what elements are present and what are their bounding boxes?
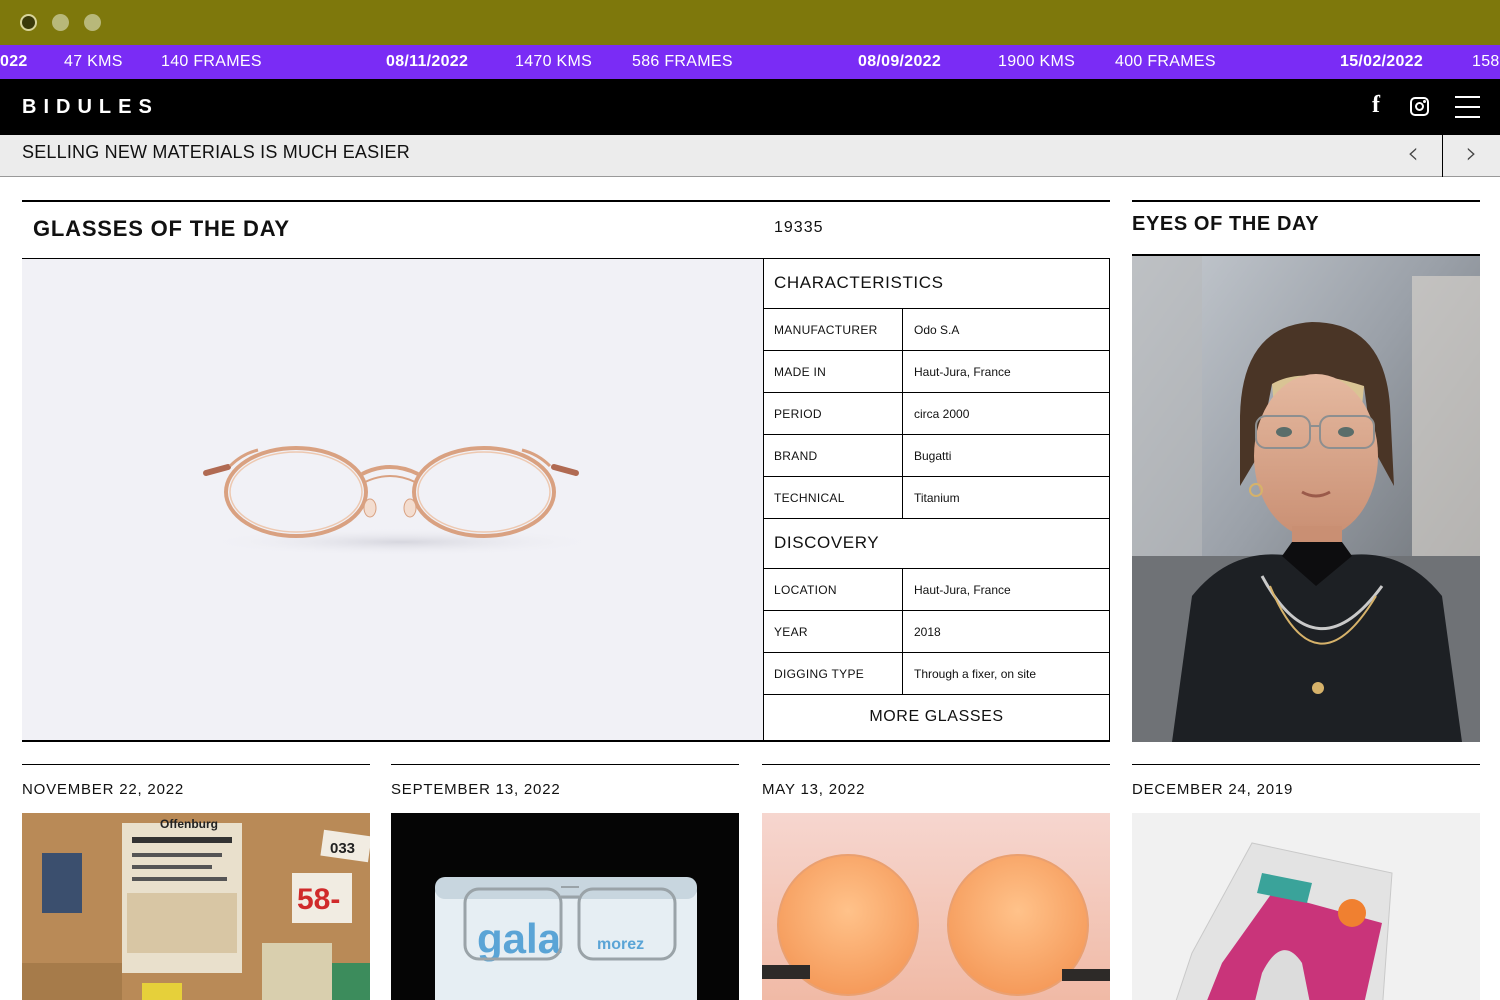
card-date: SEPTEMBER 13, 2022 xyxy=(391,781,561,798)
image-text: morez xyxy=(597,936,644,953)
card-image[interactable]: gala morez xyxy=(391,813,739,1000)
window-maximize-dot[interactable] xyxy=(84,14,101,31)
specs-table: CHARACTERISTICS MANUFACTURER Odo S.A MAD… xyxy=(763,258,1110,742)
spec-label: YEAR xyxy=(764,611,903,652)
spec-row: PERIOD circa 2000 xyxy=(764,393,1109,435)
spec-row: LOCATION Haut-Jura, France xyxy=(764,569,1109,611)
orange-lenses-image xyxy=(762,813,1110,1000)
ticker-item: 08/11/2022 xyxy=(386,53,469,70)
portrait-image xyxy=(1132,256,1480,742)
spec-value: circa 2000 xyxy=(914,407,970,421)
spec-label: DIGGING TYPE xyxy=(764,653,903,694)
news-bar: SELLING NEW MATERIALS IS MUCH EASIER ‹ › xyxy=(0,135,1500,177)
characteristics-heading: CHARACTERISTICS xyxy=(764,259,1109,309)
window-close-dot[interactable] xyxy=(20,14,37,31)
eyes-of-the-day-photo[interactable] xyxy=(1132,256,1480,742)
image-text: Offenburg xyxy=(160,817,218,831)
spec-value: Haut-Jura, France xyxy=(914,365,1011,379)
main-nav: BIDULES f xyxy=(0,79,1500,135)
spec-value: Odo S.A xyxy=(914,323,960,337)
card-date: NOVEMBER 22, 2022 xyxy=(22,781,185,798)
ticker-item: 158 xyxy=(1472,53,1500,70)
card-image[interactable] xyxy=(762,813,1110,1000)
facebook-icon[interactable]: f xyxy=(1372,92,1380,119)
spec-label: MANUFACTURER xyxy=(764,309,903,350)
card-divider xyxy=(762,764,1110,765)
package-image xyxy=(1132,813,1480,1000)
stats-ticker: 022 47 KMS 140 FRAMES 08/11/2022 1470 KM… xyxy=(0,45,1500,79)
ticker-item: 140 FRAMES xyxy=(161,53,262,70)
ticker-item: 400 FRAMES xyxy=(1115,53,1216,70)
spec-row: YEAR 2018 xyxy=(764,611,1109,653)
window-titlebar xyxy=(0,0,1500,45)
ticker-item: 47 KMS xyxy=(64,53,123,70)
spec-row: MANUFACTURER Odo S.A xyxy=(764,309,1109,351)
card-date: MAY 13, 2022 xyxy=(762,781,866,798)
spec-row: DIGGING TYPE Through a fixer, on site xyxy=(764,653,1109,695)
ticker-item: 586 FRAMES xyxy=(632,53,733,70)
card-divider xyxy=(391,764,739,765)
spec-value: Titanium xyxy=(914,491,960,505)
card-divider xyxy=(22,764,370,765)
spec-row: BRAND Bugatti xyxy=(764,435,1109,477)
section-divider xyxy=(1132,200,1480,202)
spec-label: TECHNICAL xyxy=(764,477,903,518)
glasses-number: 19335 xyxy=(774,219,824,236)
spec-label: BRAND xyxy=(764,435,903,476)
card-image[interactable]: 58- Offenburg 033 xyxy=(22,813,370,1000)
next-arrow-icon[interactable]: › xyxy=(1442,135,1500,177)
ticker-item: 1900 KMS xyxy=(998,53,1076,70)
section-divider xyxy=(22,200,1110,202)
image-text: 033 xyxy=(330,840,355,857)
spec-value: 2018 xyxy=(914,625,941,639)
spec-row: MADE IN Haut-Jura, France xyxy=(764,351,1109,393)
ticker-item: 022 xyxy=(0,53,28,70)
ticker-item: 08/09/2022 xyxy=(858,53,942,70)
card-date: DECEMBER 24, 2019 xyxy=(1132,781,1294,798)
article-card[interactable]: NOVEMBER 22, 2022 58- Offenburg 033 xyxy=(22,764,370,1000)
image-text: gala xyxy=(477,915,562,962)
article-card[interactable]: MAY 13, 2022 xyxy=(762,764,1110,1000)
prev-arrow-icon[interactable]: ‹ xyxy=(1384,135,1442,177)
more-glasses-button[interactable]: MORE GLASSES xyxy=(764,695,1109,739)
spec-label: MADE IN xyxy=(764,351,903,392)
site-logo[interactable]: BIDULES xyxy=(22,96,159,119)
eyes-of-the-day-title: EYES OF THE DAY xyxy=(1132,213,1320,235)
gala-frames-image: gala morez xyxy=(391,813,739,1000)
ticker-item: 15/02/2022 xyxy=(1340,53,1424,70)
glasses-product-image xyxy=(202,446,602,556)
spec-label: PERIOD xyxy=(764,393,903,434)
spec-row: TECHNICAL Titanium xyxy=(764,477,1109,519)
card-image[interactable] xyxy=(1132,813,1480,1000)
discovery-heading: DISCOVERY xyxy=(764,519,1109,569)
instagram-icon[interactable] xyxy=(1410,97,1429,116)
image-text: 58- xyxy=(297,883,340,916)
glasses-of-the-day-title: GLASSES OF THE DAY xyxy=(33,216,290,241)
spec-label: LOCATION xyxy=(764,569,903,610)
shipping-labels-image: 58- Offenburg 033 xyxy=(22,813,370,1000)
card-divider xyxy=(1132,764,1480,765)
spec-value: Through a fixer, on site xyxy=(914,667,1037,681)
news-message[interactable]: SELLING NEW MATERIALS IS MUCH EASIER xyxy=(22,142,410,163)
ticker-item: 1470 KMS xyxy=(515,53,593,70)
product-image-panel[interactable] xyxy=(22,258,764,742)
article-card[interactable]: DECEMBER 24, 2019 xyxy=(1132,764,1480,1000)
spec-value: Haut-Jura, France xyxy=(914,583,1011,597)
window-minimize-dot[interactable] xyxy=(52,14,69,31)
spec-value: Bugatti xyxy=(914,449,952,463)
article-card[interactable]: SEPTEMBER 13, 2022 gala morez xyxy=(391,764,739,1000)
hamburger-menu-icon[interactable] xyxy=(1455,96,1480,118)
